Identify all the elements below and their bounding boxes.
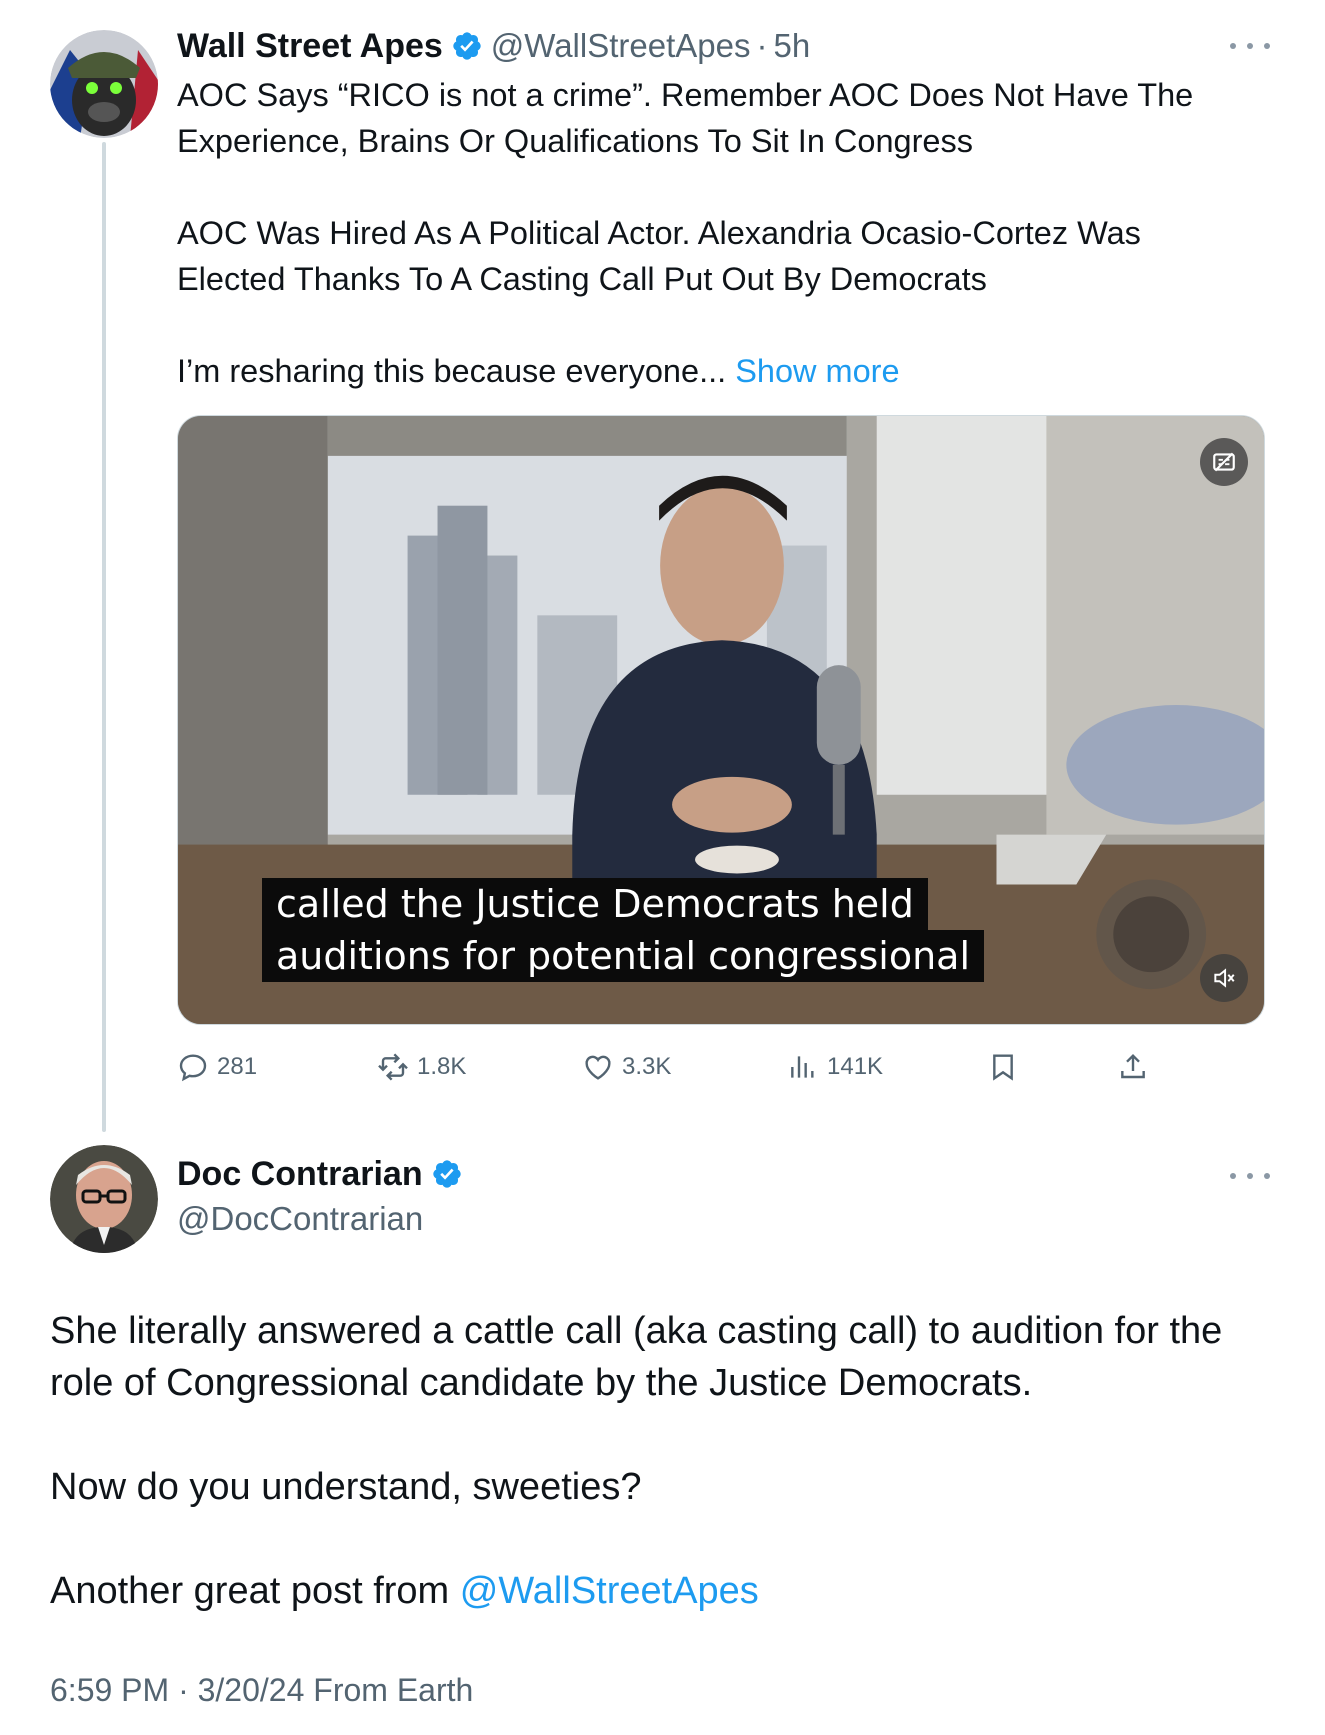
repost-icon xyxy=(378,1053,408,1081)
views-icon xyxy=(791,1056,814,1078)
views-count: 141K xyxy=(827,1053,884,1080)
bookmark-button[interactable] xyxy=(987,1045,1027,1089)
mention-link[interactable]: @WallStreetApes xyxy=(460,1570,759,1612)
tweet-time[interactable]: 5h xyxy=(773,27,810,65)
tweet-text-line: Elected Thanks To A Casting Call Put Out… xyxy=(177,261,987,297)
like-button[interactable]: 3.3K xyxy=(582,1045,671,1089)
avatar-doc-contrarian[interactable] xyxy=(50,1145,158,1253)
captions-icon[interactable] xyxy=(1200,438,1248,486)
video-caption-line: auditions for potential congressional xyxy=(262,930,985,982)
separator-dot: · xyxy=(756,27,768,64)
views-button[interactable]: 141K xyxy=(787,1045,883,1089)
author-handle[interactable]: @WallStreetApes xyxy=(491,27,751,65)
reply-text-prefix: Another great post from xyxy=(50,1570,460,1612)
more-options-icon[interactable] xyxy=(1230,1166,1270,1186)
like-count: 3.3K xyxy=(622,1053,672,1080)
tweet-text-line: Experience, Brains Or Qualifications To … xyxy=(177,123,974,159)
tweet-text-line: I’m resharing this because everyone... S… xyxy=(177,348,1267,394)
reply-text-paragraph: She literally answered a cattle call (ak… xyxy=(50,1310,1223,1404)
tweet-body: AOC Says “RICO is not a crime”. Remember… xyxy=(177,72,1267,394)
repost-count: 1.8K xyxy=(417,1053,467,1080)
reply-count: 281 xyxy=(217,1053,258,1080)
tweet-text-line: AOC Was Hired As A Political Actor. Alex… xyxy=(177,215,1141,251)
avatar-wall-street-apes[interactable] xyxy=(50,30,158,138)
like-icon xyxy=(585,1055,611,1080)
reply-text-paragraph: Now do you understand, sweeties? xyxy=(50,1466,642,1508)
mute-icon[interactable] xyxy=(1200,954,1248,1002)
thread-connector-line xyxy=(102,142,106,1132)
tweet-header: Wall Street Apes @WallStreetApes · 5h xyxy=(177,24,810,68)
bookmark-icon xyxy=(993,1054,1013,1081)
reply-timestamp[interactable]: 6:59 PM · 3/20/24 From Earth xyxy=(50,1672,473,1709)
tweet-text-truncated: I’m resharing this because everyone... xyxy=(177,353,736,389)
tweet-actions: 281 1.8K 3.3K 141K xyxy=(177,1045,1177,1089)
repost-button[interactable]: 1.8K xyxy=(377,1045,466,1089)
author-name[interactable]: Wall Street Apes xyxy=(177,27,443,66)
reply-body: She literally answered a cattle call (ak… xyxy=(50,1305,1290,1617)
verified-badge-icon xyxy=(451,30,483,62)
video-player[interactable]: called the Justice Democrats held auditi… xyxy=(177,415,1265,1025)
author-name[interactable]: Doc Contrarian xyxy=(177,1155,423,1194)
author-handle[interactable]: @DocContrarian xyxy=(177,1200,471,1238)
share-icon xyxy=(1121,1053,1145,1079)
more-options-icon[interactable] xyxy=(1230,36,1270,56)
share-button[interactable] xyxy=(1117,1045,1157,1089)
reply-icon xyxy=(179,1054,207,1082)
video-caption-line: called the Justice Democrats held xyxy=(262,878,928,930)
show-more-link[interactable]: Show more xyxy=(735,353,899,389)
verified-badge-icon xyxy=(431,1158,463,1190)
reply-text-paragraph: Another great post from @WallStreetApes xyxy=(50,1565,1290,1617)
reply-header: Doc Contrarian @DocContrarian xyxy=(177,1152,471,1238)
reply-button[interactable]: 281 xyxy=(177,1045,257,1089)
tweet-text-line: AOC Says “RICO is not a crime”. Remember… xyxy=(177,77,1194,113)
